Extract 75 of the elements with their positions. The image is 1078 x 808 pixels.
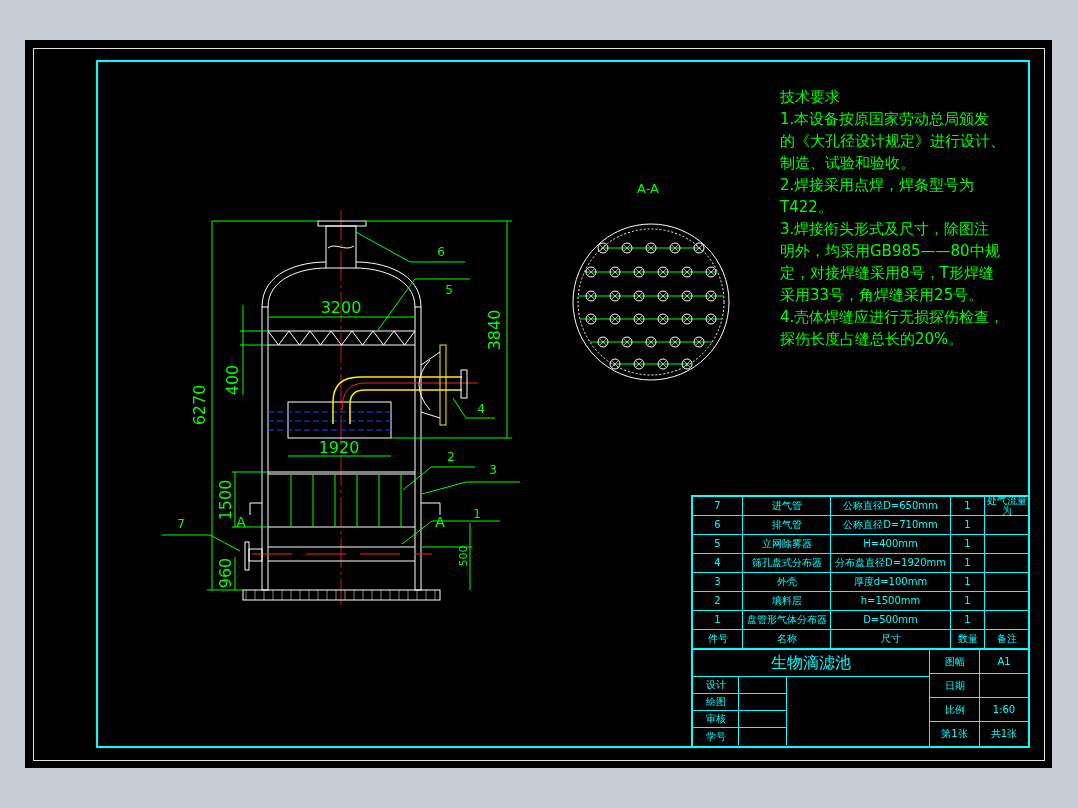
dimension-label: 3840 bbox=[485, 309, 504, 351]
signature-label: 绘图 bbox=[705, 697, 726, 707]
table-cell: 筛孔盘式分布器 bbox=[751, 558, 822, 568]
table-cell: H=400mm bbox=[863, 539, 918, 549]
dimension-label: 500 bbox=[457, 545, 470, 567]
column-header: 尺寸 bbox=[880, 634, 901, 644]
signature-label: 审核 bbox=[705, 714, 726, 724]
requirement-text: 定，对接焊缝采用8号，T形焊缝 bbox=[780, 263, 995, 284]
part-number-label: 3 bbox=[489, 463, 497, 477]
table-cell: D=500mm bbox=[863, 615, 918, 625]
info-label: 日期 bbox=[944, 680, 965, 691]
column-header: 件号 bbox=[707, 634, 728, 644]
requirement-text: 1.本设备按原国家劳动总局颁发 bbox=[780, 109, 991, 130]
table-cell: 立网除雾器 bbox=[761, 539, 812, 549]
section-title: A-A bbox=[637, 181, 659, 196]
info-value: 共1张 bbox=[990, 729, 1018, 739]
table-cell: 1 bbox=[964, 501, 971, 511]
dimension-label: 400 bbox=[223, 364, 242, 396]
requirement-text: 4.壳体焊缝应进行无损探伤检查， bbox=[780, 307, 1005, 328]
table-cell: 4 bbox=[714, 558, 721, 568]
requirement-text: T422。 bbox=[780, 197, 834, 218]
info-label: 图幅 bbox=[944, 656, 965, 667]
requirement-text: 采用33号，角焊缝采用25号。 bbox=[780, 285, 985, 306]
drawing-title: 生物滴滤池 bbox=[771, 652, 851, 674]
info-label: 比例 bbox=[944, 704, 965, 715]
info-value: 1:60 bbox=[992, 704, 1016, 715]
table-cell: 1 bbox=[714, 615, 721, 625]
table-cell: 外壳 bbox=[776, 577, 797, 587]
part-number-label: 5 bbox=[445, 283, 453, 297]
requirement-text: 制造、试验和验收。 bbox=[780, 153, 916, 174]
dimension-label: 3200 bbox=[320, 298, 362, 317]
table-cell: 分布盘直径D=1920mm bbox=[835, 558, 946, 568]
info-value: A1 bbox=[997, 656, 1011, 667]
table-cell: 1 bbox=[964, 539, 971, 549]
table-cell: 进气管 bbox=[771, 501, 802, 511]
table-cell: 公称直径D=650mm bbox=[843, 501, 938, 511]
requirement-text: 明外，均采用GB985——80中规 bbox=[780, 241, 1001, 262]
info-label: 第1张 bbox=[941, 729, 968, 739]
dimension-label: 1500 bbox=[216, 479, 235, 521]
table-cell: 1 bbox=[964, 615, 971, 625]
table-cell: 1 bbox=[964, 558, 971, 568]
requirement-text: 2.焊接采用点焊，焊条型号为 bbox=[780, 175, 976, 196]
table-cell: 排气管 bbox=[771, 520, 802, 530]
table-cell: h=1500mm bbox=[860, 596, 921, 606]
dimension-label: 1920 bbox=[318, 438, 360, 457]
requirement-text: 探伤长度占缝总长的20%。 bbox=[780, 329, 965, 350]
table-cell: 5 bbox=[714, 539, 721, 549]
requirements-title: 技术要求 bbox=[780, 87, 841, 108]
signature-label: 设计 bbox=[705, 680, 726, 690]
table-cell: 3 bbox=[714, 577, 721, 587]
table-cell: 填料层 bbox=[771, 596, 802, 606]
part-number-label: 4 bbox=[477, 402, 485, 416]
column-header: 备注 bbox=[996, 634, 1017, 644]
table-cell: 1 bbox=[964, 596, 971, 606]
table-cell: 2 bbox=[714, 596, 721, 606]
table-cell: 1 bbox=[964, 577, 971, 587]
table-cell: 公称直径D=710mm bbox=[843, 520, 938, 530]
table-cell: 盘管形气体分布器 bbox=[746, 615, 827, 625]
part-number-label: 2 bbox=[447, 450, 455, 464]
table-cell: 6 bbox=[714, 520, 721, 530]
part-number-label: 6 bbox=[437, 245, 445, 259]
signature-label: 学号 bbox=[705, 731, 726, 742]
column-header: 名称 bbox=[776, 634, 797, 644]
section-mark: A bbox=[435, 514, 445, 530]
part-number-label: 7 bbox=[177, 517, 185, 531]
section-mark: A bbox=[236, 514, 246, 530]
requirement-text: 3.焊接衔头形式及尺寸，除图注 bbox=[780, 219, 991, 240]
dimension-label: 6270 bbox=[190, 384, 209, 426]
column-header: 数量 bbox=[957, 634, 978, 644]
part-number-label: 1 bbox=[473, 507, 481, 521]
dimension-label: 960 bbox=[216, 557, 235, 589]
requirement-text: 的《大孔径设计规定》进行设计、 bbox=[780, 131, 1005, 152]
table-cell: 1 bbox=[964, 520, 971, 530]
table-cell: 7 bbox=[714, 501, 721, 511]
table-cell: 厚度d=100mm bbox=[853, 577, 928, 587]
